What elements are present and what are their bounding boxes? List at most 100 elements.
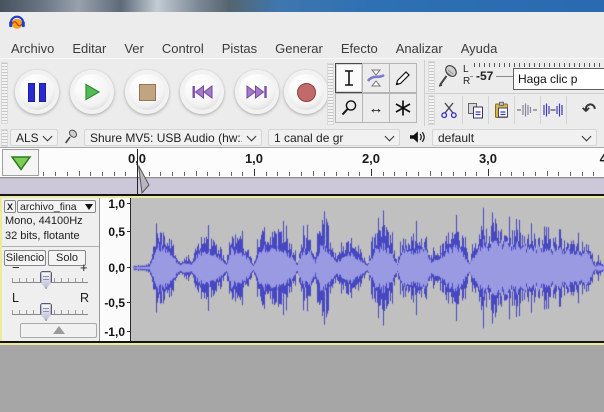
- menu-control[interactable]: Control: [153, 41, 213, 56]
- timeline-ruler[interactable]: 0,01,02,03,04,: [0, 148, 604, 178]
- track-name-dropdown[interactable]: archivo_fina: [17, 200, 96, 213]
- menu-analizar[interactable]: Analizar: [387, 41, 452, 56]
- zoom-tool-button[interactable]: [335, 93, 363, 123]
- collapse-triangle-icon: [53, 320, 65, 334]
- timeline-ticks: 0,01,02,03,04,: [0, 148, 604, 177]
- record-meter-mic-icon: [436, 63, 460, 89]
- amplitude-tick: [127, 231, 130, 232]
- timeline-tick: [523, 172, 524, 176]
- timeline-tick: [465, 172, 466, 176]
- meter-toolbar-grip[interactable]: [428, 61, 435, 92]
- silence-audio-button[interactable]: [540, 96, 567, 124]
- timeline-label: 2,0: [356, 151, 386, 166]
- device-toolbar-grip[interactable]: [1, 129, 8, 147]
- timeline-tick: [219, 172, 220, 176]
- amplitude-tick: [127, 267, 130, 268]
- timeline-tick: [336, 172, 337, 176]
- scrub-ruler[interactable]: [0, 178, 604, 194]
- zoom-tool-icon: [340, 99, 358, 117]
- edit-toolbar-grip[interactable]: [428, 95, 435, 125]
- pause-button[interactable]: [15, 70, 59, 114]
- mute-button[interactable]: Silencio: [4, 250, 46, 266]
- meter-db-value: -57: [473, 69, 496, 83]
- timeline-tick: [535, 172, 536, 176]
- play-button[interactable]: [70, 70, 114, 114]
- menu-generar[interactable]: Generar: [266, 41, 332, 56]
- audio-host-value: ALSA: [16, 131, 38, 145]
- selection-tool-icon: [341, 69, 357, 87]
- timeline-tick: [266, 172, 267, 176]
- play-icon: [83, 83, 101, 101]
- amplitude-label: 1,0: [100, 198, 125, 210]
- menu-editar[interactable]: Editar: [63, 41, 115, 56]
- menu-ver[interactable]: Ver: [115, 41, 153, 56]
- menu-efecto[interactable]: Efecto: [332, 41, 387, 56]
- trim-audio-icon: [516, 101, 538, 119]
- copy-button[interactable]: [462, 96, 489, 124]
- recording-device-select[interactable]: Shure MV5: USB Audio (hw:1,0: [84, 129, 262, 146]
- desktop-wallpaper: [0, 0, 604, 12]
- draw-tool-button[interactable]: [389, 63, 417, 93]
- undo-button[interactable]: ↶: [576, 96, 602, 124]
- audio-host-select[interactable]: ALSA: [10, 129, 58, 146]
- chevron-down-icon: [247, 131, 257, 141]
- meter-right-label: R: [463, 76, 470, 87]
- window-header: Archivo Editar Ver Control Pistas Genera…: [0, 12, 604, 58]
- paste-icon: [492, 101, 511, 120]
- timeline-label: 4,: [590, 151, 604, 166]
- trim-audio-button[interactable]: [514, 96, 541, 124]
- cut-button[interactable]: [436, 96, 463, 124]
- timeline-tick: [231, 172, 232, 176]
- timeline-tick: [301, 172, 302, 176]
- pan-slider-thumb[interactable]: [40, 303, 52, 321]
- recording-channels-select[interactable]: 1 canal de gr: [268, 129, 400, 146]
- timeline-tick: [55, 172, 56, 176]
- playhead-flag-icon: [138, 165, 150, 194]
- recording-device-value: Shure MV5: USB Audio (hw:1,0: [90, 131, 242, 145]
- toolbar-dock: ↔ L R -57 Haga clic p: [0, 58, 604, 129]
- timeline-tick: [254, 169, 255, 176]
- stop-button[interactable]: [125, 70, 169, 114]
- tools-toolbar: ↔: [325, 59, 424, 126]
- envelope-tool-icon: [366, 68, 386, 88]
- meter-tooltip-text: Haga clic p: [518, 72, 577, 86]
- timeline-tick: [289, 172, 290, 176]
- playback-device-select[interactable]: default: [432, 129, 597, 146]
- timeline-tick: [102, 172, 103, 176]
- multi-tool-button[interactable]: [389, 93, 417, 123]
- copy-icon: [466, 101, 485, 120]
- recording-meter-toolbar: L R -57 Haga clic p: [424, 59, 604, 93]
- close-track-button[interactable]: X: [4, 200, 16, 213]
- amplitude-label: -1,0: [100, 326, 125, 338]
- skip-to-end-icon: [246, 85, 268, 99]
- timeline-tick: [359, 172, 360, 176]
- selection-tool-button[interactable]: [335, 63, 363, 93]
- timeline-tick: [430, 171, 431, 176]
- transport-toolbar-grip[interactable]: [1, 62, 8, 124]
- timeline-tick: [500, 172, 501, 176]
- menu-archivo[interactable]: Archivo: [2, 41, 63, 56]
- skip-to-end-button[interactable]: [235, 70, 279, 114]
- output-device-speaker-icon: [408, 130, 426, 144]
- gain-slider-thumb[interactable]: [40, 271, 52, 289]
- timeline-tick: [207, 172, 208, 176]
- timeline-tick: [547, 171, 548, 176]
- skip-to-start-button[interactable]: [180, 70, 224, 114]
- tools-toolbar-grip[interactable]: [327, 63, 334, 125]
- paste-button[interactable]: [488, 96, 515, 124]
- menubar: Archivo Editar Ver Control Pistas Genera…: [0, 38, 604, 58]
- timeline-tick: [277, 172, 278, 176]
- menu-pistas[interactable]: Pistas: [213, 41, 266, 56]
- record-icon: [297, 83, 316, 102]
- record-button[interactable]: [284, 70, 328, 114]
- meter-left-label: L: [463, 64, 469, 75]
- waveform-canvas[interactable]: [131, 198, 604, 341]
- envelope-tool-button[interactable]: [362, 63, 390, 93]
- input-device-mic-icon: [63, 128, 79, 146]
- amplitude-ruler[interactable]: 1,0 0,5 0,0 -0,5 -1,0: [100, 198, 131, 341]
- menu-ayuda[interactable]: Ayuda: [452, 41, 507, 56]
- amplitude-tick: [127, 203, 130, 204]
- timeshift-tool-button[interactable]: ↔: [362, 93, 390, 123]
- collapse-track-button[interactable]: [20, 323, 97, 338]
- amplitude-tick: [127, 331, 130, 332]
